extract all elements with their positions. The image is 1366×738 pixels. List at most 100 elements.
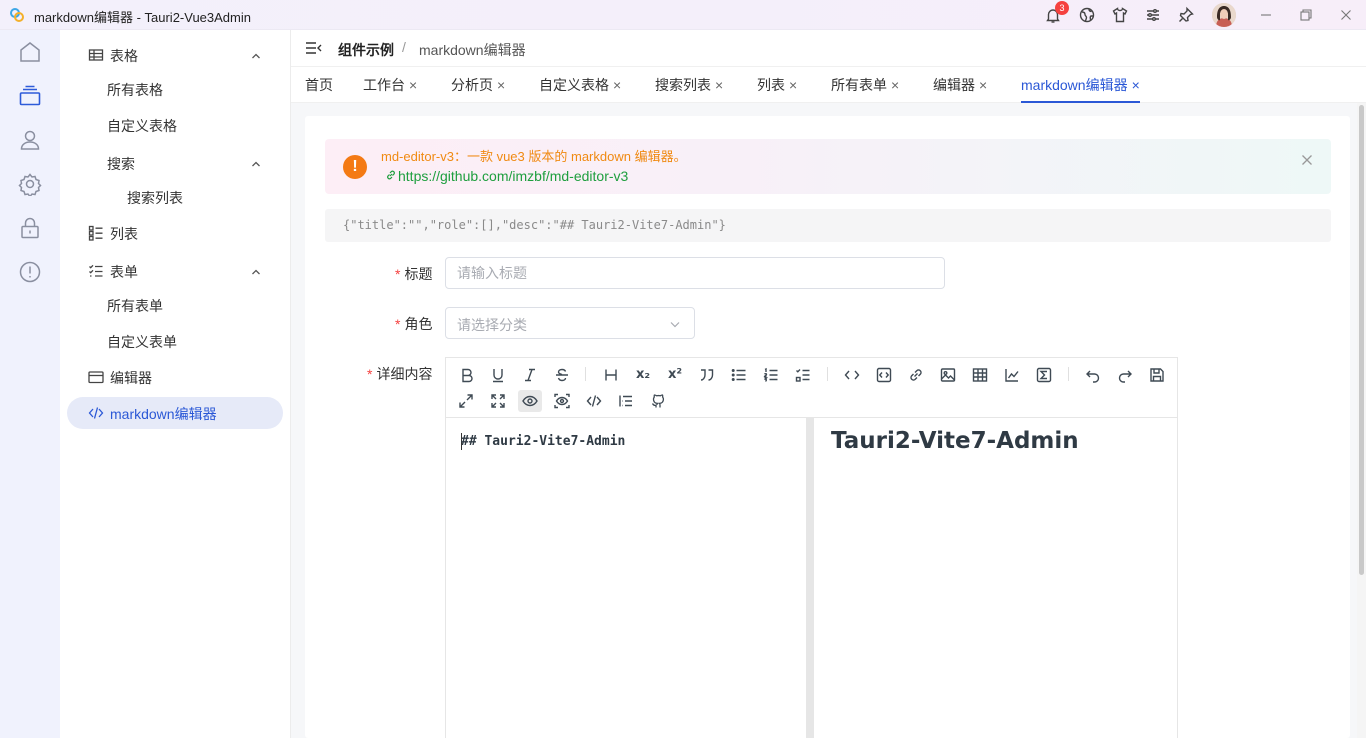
menu-label: 所有表格 xyxy=(107,82,163,98)
editor-preview-pane: Tauri2-Vite7-Admin xyxy=(814,418,1177,738)
pin-icon[interactable] xyxy=(1177,6,1195,24)
menu-item-list[interactable]: 列表 xyxy=(60,217,291,249)
tab-markdown-editor[interactable]: markdown编辑器 × xyxy=(1021,75,1140,103)
task-list-icon[interactable] xyxy=(791,364,815,386)
page-scrollbar[interactable] xyxy=(1357,103,1366,738)
tab-home[interactable]: 首页 xyxy=(305,75,333,103)
menu-item-form[interactable]: 表单 xyxy=(60,255,291,287)
chevron-up-icon xyxy=(250,50,262,62)
bold-icon[interactable] xyxy=(455,364,479,386)
markdown-source: ## Tauri2-Vite7-Admin xyxy=(461,434,626,449)
info-alert: ! md-editor-v3：一款 vue3 版本的 markdown 编辑器。… xyxy=(325,139,1331,194)
home-icon[interactable] xyxy=(18,40,42,64)
save-icon[interactable] xyxy=(1145,364,1169,386)
ordered-list-icon[interactable] xyxy=(759,364,783,386)
editor-input-pane[interactable]: ## Tauri2-Vite7-Admin xyxy=(446,418,806,738)
user-icon[interactable] xyxy=(18,128,42,152)
globe-icon[interactable] xyxy=(1078,6,1096,24)
minimize-icon[interactable] xyxy=(1258,7,1274,23)
sidebar-menu: 表格 所有表格 自定义表格 搜索 搜索列表 列表 表单 所有表单 自定义表单 编… xyxy=(60,30,291,738)
menu-item-all-forms[interactable]: 所有表单 xyxy=(60,289,291,321)
role-select[interactable]: 请选择分类 xyxy=(445,307,695,339)
close-icon[interactable]: × xyxy=(613,77,621,93)
json-preview: {"title":"","role":[],"desc":"## Tauri2-… xyxy=(325,209,1331,242)
menu-item-custom-table[interactable]: 自定义表格 xyxy=(60,109,291,141)
catalog-icon[interactable] xyxy=(614,390,638,412)
table-icon xyxy=(88,47,104,63)
code-row-icon[interactable] xyxy=(840,364,864,386)
close-icon[interactable]: × xyxy=(891,77,899,93)
tab-list[interactable]: 列表 × xyxy=(757,75,797,103)
menu-label: 搜索 xyxy=(107,156,135,172)
redo-icon[interactable] xyxy=(1113,364,1137,386)
menu-collapse-icon[interactable] xyxy=(305,40,323,56)
subscript-icon[interactable]: x₂ xyxy=(631,364,655,386)
icon-rail xyxy=(0,30,60,738)
menu-item-editor[interactable]: 编辑器 xyxy=(60,361,291,393)
title-label: * 标题 xyxy=(395,266,433,282)
menu-label: 表单 xyxy=(110,264,138,280)
close-icon[interactable]: × xyxy=(789,77,797,93)
formula-icon[interactable] xyxy=(1032,364,1056,386)
components-icon[interactable] xyxy=(18,84,42,108)
avatar[interactable] xyxy=(1212,3,1236,27)
image-icon[interactable] xyxy=(936,364,960,386)
fullscreen-icon[interactable] xyxy=(486,390,510,412)
menu-item-search-list[interactable]: 搜索列表 xyxy=(60,181,291,213)
menu-item-custom-form[interactable]: 自定义表单 xyxy=(60,325,291,357)
preview-only-icon[interactable] xyxy=(550,390,574,412)
content-area: ! md-editor-v3：一款 vue3 版本的 markdown 编辑器。… xyxy=(291,103,1366,738)
quote-icon[interactable] xyxy=(695,364,719,386)
alert-link[interactable]: https://github.com/imzbf/md-editor-v3 xyxy=(385,168,628,184)
preview-icon[interactable] xyxy=(518,390,542,412)
scrollbar-thumb[interactable] xyxy=(1359,105,1364,575)
pane-resizer[interactable] xyxy=(806,418,814,738)
code-block-icon[interactable] xyxy=(872,364,896,386)
menu-item-all-tables[interactable]: 所有表格 xyxy=(60,73,291,105)
html-preview-icon[interactable] xyxy=(582,390,606,412)
strikethrough-icon[interactable] xyxy=(550,364,574,386)
page-fullscreen-icon[interactable] xyxy=(454,390,478,412)
menu-item-search[interactable]: 搜索 xyxy=(60,147,291,179)
link-icon[interactable] xyxy=(904,364,928,386)
toolbar-divider xyxy=(585,367,586,381)
restore-icon[interactable] xyxy=(1298,7,1314,23)
underline-icon[interactable] xyxy=(486,364,510,386)
menu-label: 所有表单 xyxy=(107,298,163,314)
close-icon[interactable] xyxy=(1338,7,1354,23)
tab-custom-table[interactable]: 自定义表格 × xyxy=(539,75,621,103)
sliders-icon[interactable] xyxy=(1144,6,1162,24)
lock-icon[interactable] xyxy=(18,216,42,240)
github-icon[interactable] xyxy=(646,390,670,412)
table-icon[interactable] xyxy=(968,364,992,386)
italic-icon[interactable] xyxy=(518,364,542,386)
menu-label: 自定义表单 xyxy=(107,334,177,350)
breadcrumb-parent[interactable]: 组件示例 xyxy=(338,40,394,60)
tab-workbench[interactable]: 工作台 × xyxy=(363,75,417,103)
tab-search-list[interactable]: 搜索列表 × xyxy=(655,75,723,103)
tab-analysis[interactable]: 分析页 × xyxy=(451,75,505,103)
chart-icon[interactable] xyxy=(1000,364,1024,386)
menu-item-markdown-editor[interactable]: markdown编辑器 xyxy=(67,397,283,429)
close-icon[interactable] xyxy=(1301,154,1313,166)
settings-icon[interactable] xyxy=(18,172,42,196)
close-icon[interactable]: × xyxy=(497,77,505,93)
menu-item-table[interactable]: 表格 xyxy=(60,39,291,71)
close-icon[interactable]: × xyxy=(1132,77,1140,93)
tab-all-forms[interactable]: 所有表单 × xyxy=(831,75,899,103)
menu-label: 自定义表格 xyxy=(107,118,177,134)
title-input[interactable] xyxy=(445,257,945,289)
close-icon[interactable]: × xyxy=(979,77,987,93)
form-icon xyxy=(88,263,104,279)
close-icon[interactable]: × xyxy=(409,77,417,93)
superscript-icon[interactable]: x² xyxy=(663,364,687,386)
close-icon[interactable]: × xyxy=(715,77,723,93)
heading-icon[interactable] xyxy=(599,364,623,386)
undo-icon[interactable] xyxy=(1081,364,1105,386)
unordered-list-icon[interactable] xyxy=(727,364,751,386)
main-area: 组件示例 / markdown编辑器 首页 工作台 × 分析页 × 自定义表格 × 搜… xyxy=(291,30,1366,738)
alert-icon[interactable] xyxy=(18,260,42,284)
window-title: markdown编辑器 - Tauri2-Vue3Admin xyxy=(34,10,251,25)
tab-editor[interactable]: 编辑器 × xyxy=(933,75,987,103)
shirt-icon[interactable] xyxy=(1111,6,1129,24)
